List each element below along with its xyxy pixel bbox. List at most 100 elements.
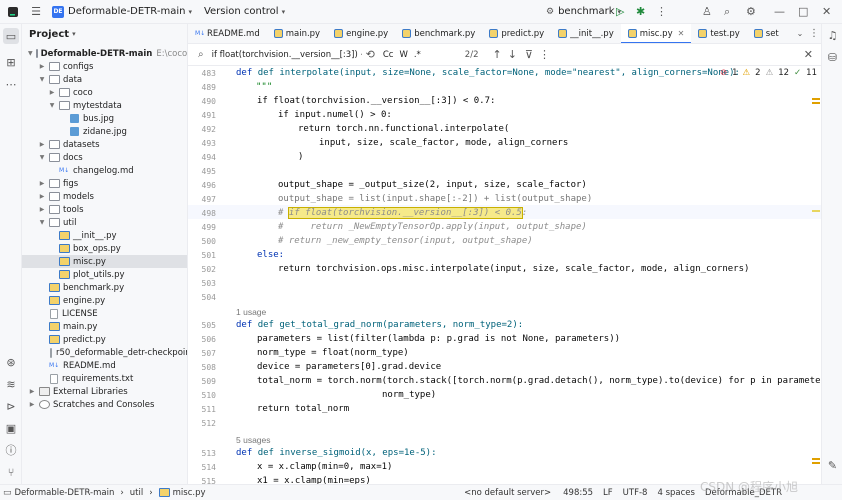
minimize-icon[interactable]: — (774, 5, 785, 18)
arrow-up-icon[interactable]: ↑ (492, 48, 501, 61)
tab-init[interactable]: __init__.py (551, 24, 621, 43)
collapse-arrow-icon[interactable]: ▶ (28, 401, 36, 408)
expand-arrow-icon[interactable]: ▼ (48, 102, 56, 109)
warning-marker[interactable] (812, 98, 820, 100)
tree-file-bus[interactable]: bus.jpg (22, 112, 187, 125)
collapse-arrow-icon[interactable]: ▶ (38, 193, 46, 200)
collapse-arrow-icon[interactable]: ▶ (38, 206, 46, 213)
expand-arrow-icon[interactable]: ▼ (28, 50, 33, 57)
tree-folder-configs[interactable]: ▶ configs (22, 60, 187, 73)
tree-external-libraries[interactable]: ▶ External Libraries (22, 385, 187, 398)
python-packages-icon[interactable]: ⊛ (3, 354, 19, 370)
warning-marker[interactable] (812, 462, 820, 464)
run-config-selector[interactable]: ⚙ benchmark ▾ (546, 0, 621, 24)
collapse-arrow-icon[interactable]: ▶ (38, 63, 46, 70)
tree-file-box-ops[interactable]: box_ops.py (22, 242, 187, 255)
structure-icon[interactable]: ⊞ (3, 54, 19, 70)
code-editor[interactable]: 483 489 490 491 492 493 494 495 496 497 … (188, 66, 821, 484)
tree-file-requirements[interactable]: requirements.txt (22, 372, 187, 385)
regex-toggle[interactable]: .* (414, 50, 421, 60)
find-input[interactable]: if float(torchvision.__version__[:3]) < … (212, 50, 362, 60)
tree-scratches[interactable]: ▶ Scratches and Consoles (22, 398, 187, 411)
tree-folder-mytestdata[interactable]: ▼ mytestdata (22, 99, 187, 112)
line-separator[interactable]: LF (603, 488, 613, 498)
collapse-arrow-icon[interactable]: ▶ (48, 89, 56, 96)
expand-arrow-icon[interactable]: ▼ (38, 219, 46, 226)
tree-root[interactable]: ▼ Deformable-DETR-main E:\coco\De (22, 47, 187, 60)
tree-folder-docs[interactable]: ▼ docs (22, 151, 187, 164)
chevron-down-icon[interactable]: ⌄ (793, 29, 807, 38)
tree-file-changelog[interactable]: M↓ changelog.md (22, 164, 187, 177)
tree-file-main[interactable]: main.py (22, 320, 187, 333)
expand-arrow-icon[interactable]: ▼ (38, 76, 46, 83)
tree-file-zidane[interactable]: zidane.jpg (22, 125, 187, 138)
tab-test[interactable]: test.py (691, 24, 746, 43)
arrow-down-icon[interactable]: ↓ (508, 48, 517, 61)
debug-icon[interactable]: ✱ (636, 5, 645, 18)
problems-icon[interactable]: ⓘ (3, 442, 19, 458)
tab-main[interactable]: main.py (267, 24, 327, 43)
cursor-position[interactable]: 498:55 (563, 488, 593, 498)
tab-misc[interactable]: misc.py ✕ (620, 24, 692, 43)
main-menu-icon[interactable]: ☰ (28, 5, 44, 18)
tree-folder-models[interactable]: ▶ models (22, 190, 187, 203)
project-selector[interactable]: DE Deformable-DETR-main ▾ (52, 0, 192, 24)
terminal-icon[interactable]: ▣ (3, 420, 19, 436)
tab-benchmark[interactable]: benchmark.py (395, 24, 482, 43)
breadcrumb-folder[interactable]: util (130, 488, 143, 498)
usage-hint[interactable]: 5 usages (236, 435, 271, 445)
ai-assistant-icon[interactable]: ✎ (825, 458, 840, 473)
tree-file-license[interactable]: LICENSE (22, 307, 187, 320)
tree-folder-util[interactable]: ▼ util (22, 216, 187, 229)
collapse-arrow-icon[interactable]: ▶ (28, 388, 36, 395)
tree-folder-tools[interactable]: ▶ tools (22, 203, 187, 216)
settings-icon[interactable]: ⚙ (746, 5, 756, 18)
usage-hint[interactable]: 1 usage (236, 307, 266, 317)
close-find-icon[interactable]: ✕ (804, 48, 813, 61)
close-icon[interactable]: ✕ (822, 5, 831, 18)
more-icon[interactable]: ⋮ (656, 5, 667, 18)
notifications-icon[interactable]: ♫ (825, 28, 840, 43)
breadcrumb-file[interactable]: misc.py (173, 488, 206, 498)
warning-marker[interactable] (812, 458, 820, 460)
tab-predict[interactable]: predict.py (482, 24, 551, 43)
tree-folder-data[interactable]: ▼ data (22, 73, 187, 86)
maximize-icon[interactable]: □ (798, 5, 808, 18)
tree-folder-datasets[interactable]: ▶ datasets (22, 138, 187, 151)
project-panel-header[interactable]: Project ▾ (22, 24, 187, 44)
more-icon[interactable]: ⋮ (807, 28, 821, 39)
tree-file-misc[interactable]: misc.py (22, 255, 187, 268)
file-encoding[interactable]: UTF-8 (623, 488, 648, 498)
warning-marker[interactable] (812, 102, 820, 104)
vcs-selector[interactable]: Version control ▾ (204, 0, 285, 24)
interpreter-status[interactable]: <no default server> (464, 488, 551, 498)
tree-file-plot-utils[interactable]: plot_utils.py (22, 268, 187, 281)
git-icon[interactable]: ⑂ (3, 464, 19, 480)
tree-file-benchmark[interactable]: benchmark.py (22, 281, 187, 294)
tree-folder-figs[interactable]: ▶ figs (22, 177, 187, 190)
match-case-toggle[interactable]: Cc (383, 50, 394, 60)
history-icon[interactable]: ⟲ (366, 48, 375, 61)
close-tab-icon[interactable]: ✕ (678, 29, 685, 38)
run-console-icon[interactable]: ⊳ (3, 398, 19, 414)
search-marker[interactable] (812, 210, 820, 212)
collapse-arrow-icon[interactable]: ▶ (38, 180, 46, 187)
tree-file-init[interactable]: __init__.py (22, 229, 187, 242)
filter-icon[interactable]: ⊽ (525, 48, 533, 61)
collapse-arrow-icon[interactable]: ▶ (38, 141, 46, 148)
project-folder-icon[interactable]: ▭ (3, 28, 19, 44)
tree-file-readme[interactable]: M↓ README.md (22, 359, 187, 372)
tab-set[interactable]: set (747, 24, 786, 43)
tree-folder-coco[interactable]: ▶ coco (22, 86, 187, 99)
search-icon[interactable]: ⌕ (724, 5, 730, 19)
indent-setting[interactable]: 4 spaces (657, 488, 694, 498)
run-icon[interactable]: ▷ (616, 5, 624, 18)
tree-file-predict[interactable]: predict.py (22, 333, 187, 346)
layers-icon[interactable]: ≋ (3, 376, 19, 392)
account-icon[interactable]: ♙ (702, 5, 712, 18)
whole-word-toggle[interactable]: W (399, 50, 407, 60)
tab-readme[interactable]: M↓ README.md (188, 24, 267, 43)
more-tools-icon[interactable]: ⋯ (3, 76, 19, 92)
expand-arrow-icon[interactable]: ▼ (38, 154, 46, 161)
breadcrumb-project[interactable]: Deformable-DETR-main (15, 488, 115, 498)
